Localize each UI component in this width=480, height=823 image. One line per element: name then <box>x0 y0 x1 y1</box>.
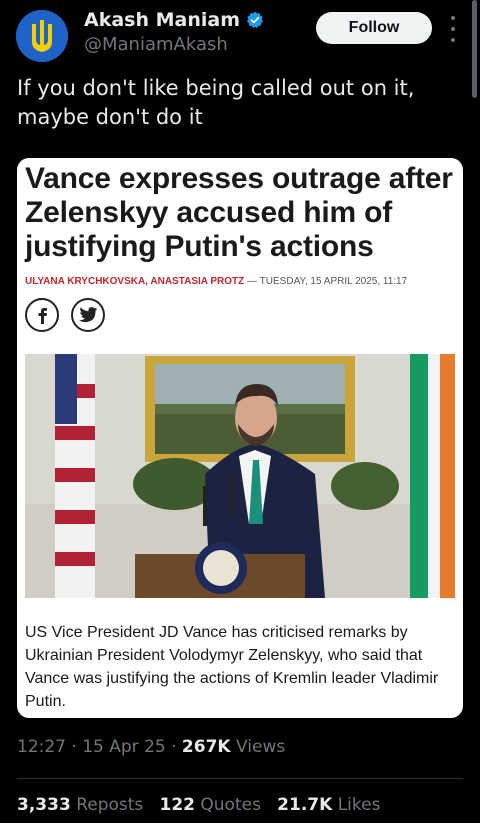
reposts-label: Reposts <box>76 795 144 815</box>
article-authors: ULYANA KRYCHKOVSKA, ANASTASIA PROTZ <box>25 276 245 287</box>
likes-label: Likes <box>337 795 381 815</box>
tweet-time[interactable]: 12:27 <box>17 737 66 757</box>
author-handle[interactable]: @ManiamAkash <box>84 34 228 55</box>
article-caption: US Vice President JD Vance has criticise… <box>25 624 439 710</box>
byline-separator: — <box>244 276 260 287</box>
trident-icon <box>16 10 68 62</box>
quotes-stat[interactable]: 122 Quotes <box>160 795 261 815</box>
likes-stat[interactable]: 21.7K Likes <box>277 795 380 815</box>
facebook-icon <box>25 298 59 332</box>
article-headline: Vance expresses outrage after Zelenskyy … <box>25 162 453 263</box>
follow-button[interactable]: Follow <box>316 12 432 44</box>
avatar[interactable] <box>16 10 68 62</box>
reposts-count: 3,333 <box>17 795 71 815</box>
reposts-stat[interactable]: 3,333 Reposts <box>17 795 143 815</box>
author-name[interactable]: Akash Maniam <box>84 9 240 31</box>
divider <box>17 778 463 779</box>
more-options-icon[interactable] <box>447 16 459 42</box>
article-screenshot-card[interactable]: Vance expresses outrage after Zelenskyy … <box>17 158 463 718</box>
article-byline: ULYANA KRYCHKOVSKA, ANASTASIA PROTZ — TU… <box>25 276 461 287</box>
scrollbar-thumb[interactable] <box>472 0 477 98</box>
quotes-count: 122 <box>159 795 196 815</box>
tweet-header: Akash Maniam @ManiamAkash Follow <box>0 0 480 98</box>
tweet-text: If you don't like being called out on it… <box>17 76 415 129</box>
twitter-icon <box>71 298 105 332</box>
views-count: 267K <box>181 737 231 757</box>
author-name-row: Akash Maniam <box>84 9 264 31</box>
views-label: Views <box>236 737 286 757</box>
article-photo <box>25 354 455 598</box>
engagement-stats: 3,333 Reposts 122 Quotes 21.7K Likes <box>17 795 380 815</box>
verified-badge-icon <box>246 11 264 29</box>
tweet-date[interactable]: 15 Apr 25 <box>82 737 165 757</box>
likes-count: 21.7K <box>277 795 333 815</box>
article-date: TUESDAY, 15 APRIL 2025, 11:17 <box>259 276 408 287</box>
quotes-label: Quotes <box>200 795 261 815</box>
tweet-meta: 12:27 · 15 Apr 25 · 267K Views <box>17 737 286 757</box>
